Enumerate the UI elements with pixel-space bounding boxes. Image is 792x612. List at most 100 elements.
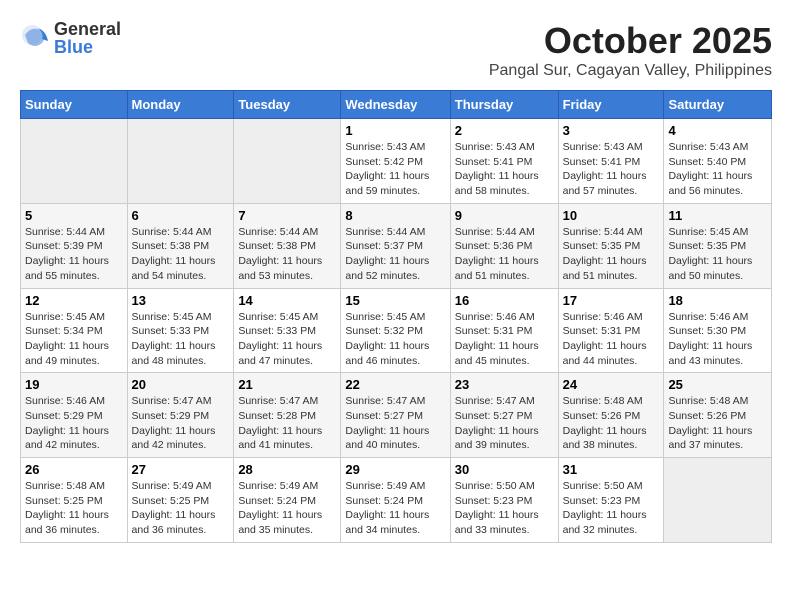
day-info: Sunrise: 5:43 AMSunset: 5:40 PMDaylight:… — [668, 140, 767, 199]
day-info: Sunrise: 5:47 AMSunset: 5:29 PMDaylight:… — [132, 394, 230, 453]
calendar-cell: 19 Sunrise: 5:46 AMSunset: 5:29 PMDayligh… — [21, 373, 128, 458]
day-number: 25 — [668, 377, 767, 392]
day-info: Sunrise: 5:47 AMSunset: 5:27 PMDaylight:… — [455, 394, 554, 453]
day-info: Sunrise: 5:47 AMSunset: 5:27 PMDaylight:… — [345, 394, 445, 453]
calendar-cell: 17 Sunrise: 5:46 AMSunset: 5:31 PMDayligh… — [558, 288, 664, 373]
day-info: Sunrise: 5:49 AMSunset: 5:24 PMDaylight:… — [238, 479, 336, 538]
month-title: October 2025 — [489, 20, 772, 62]
day-number: 7 — [238, 208, 336, 223]
day-number: 2 — [455, 123, 554, 138]
logo-icon — [20, 23, 50, 53]
day-number: 18 — [668, 293, 767, 308]
day-info: Sunrise: 5:45 AMSunset: 5:33 PMDaylight:… — [238, 310, 336, 369]
calendar-cell: 1Sunrise: 5:43 AMSunset: 5:42 PMDaylight… — [341, 119, 450, 204]
weekday-header-thursday: Thursday — [450, 91, 558, 119]
calendar-cell: 27Sunrise: 5:49 AMSunset: 5:25 PMDayligh… — [127, 458, 234, 543]
weekday-header-wednesday: Wednesday — [341, 91, 450, 119]
calendar-cell: 14 Sunrise: 5:45 AMSunset: 5:33 PMDayligh… — [234, 288, 341, 373]
calendar-cell: 18 Sunrise: 5:46 AMSunset: 5:30 PMDayligh… — [664, 288, 772, 373]
day-number: 23 — [455, 377, 554, 392]
day-info: Sunrise: 5:50 AMSunset: 5:23 PMDaylight:… — [563, 479, 660, 538]
day-number: 31 — [563, 462, 660, 477]
day-number: 9 — [455, 208, 554, 223]
day-info: Sunrise: 5:44 AMSunset: 5:38 PMDaylight:… — [132, 225, 230, 284]
day-number: 20 — [132, 377, 230, 392]
day-info: Sunrise: 5:44 AMSunset: 5:35 PMDaylight:… — [563, 225, 660, 284]
calendar-cell: 13Sunrise: 5:45 AMSunset: 5:33 PMDayligh… — [127, 288, 234, 373]
logo: General Blue — [20, 20, 121, 56]
day-info: Sunrise: 5:46 AMSunset: 5:30 PMDaylight:… — [668, 310, 767, 369]
calendar-week-1: 1Sunrise: 5:43 AMSunset: 5:42 PMDaylight… — [21, 119, 772, 204]
day-number: 11 — [668, 208, 767, 223]
day-info: Sunrise: 5:50 AMSunset: 5:23 PMDaylight:… — [455, 479, 554, 538]
day-info: Sunrise: 5:46 AMSunset: 5:31 PMDaylight:… — [455, 310, 554, 369]
day-number: 17 — [563, 293, 660, 308]
calendar-week-4: 19 Sunrise: 5:46 AMSunset: 5:29 PMDayligh… — [21, 373, 772, 458]
day-number: 28 — [238, 462, 336, 477]
logo-text: General Blue — [54, 20, 121, 56]
calendar-cell: 15Sunrise: 5:45 AMSunset: 5:32 PMDayligh… — [341, 288, 450, 373]
day-number: 1 — [345, 123, 445, 138]
calendar-cell: 26Sunrise: 5:48 AMSunset: 5:25 PMDayligh… — [21, 458, 128, 543]
day-info: Sunrise: 5:47 AMSunset: 5:28 PMDaylight:… — [238, 394, 336, 453]
calendar-cell: 30 Sunrise: 5:50 AMSunset: 5:23 PMDayligh… — [450, 458, 558, 543]
logo-blue: Blue — [54, 38, 121, 56]
day-info: Sunrise: 5:46 AMSunset: 5:31 PMDaylight:… — [563, 310, 660, 369]
day-info: Sunrise: 5:48 AMSunset: 5:26 PMDaylight:… — [563, 394, 660, 453]
weekday-header-sunday: Sunday — [21, 91, 128, 119]
day-number: 24 — [563, 377, 660, 392]
day-number: 3 — [563, 123, 660, 138]
day-info: Sunrise: 5:46 AMSunset: 5:29 PMDaylight:… — [25, 394, 123, 453]
day-info: Sunrise: 5:49 AMSunset: 5:25 PMDaylight:… — [132, 479, 230, 538]
calendar-cell: 4 Sunrise: 5:43 AMSunset: 5:40 PMDaylight… — [664, 119, 772, 204]
calendar-cell: 12Sunrise: 5:45 AMSunset: 5:34 PMDayligh… — [21, 288, 128, 373]
day-number: 29 — [345, 462, 445, 477]
calendar-cell: 2 Sunrise: 5:43 AMSunset: 5:41 PMDaylight… — [450, 119, 558, 204]
weekday-header-monday: Monday — [127, 91, 234, 119]
day-number: 4 — [668, 123, 767, 138]
day-number: 26 — [25, 462, 123, 477]
calendar-header-row: SundayMondayTuesdayWednesdayThursdayFrid… — [21, 91, 772, 119]
calendar-cell: 24 Sunrise: 5:48 AMSunset: 5:26 PMDayligh… — [558, 373, 664, 458]
day-number: 19 — [25, 377, 123, 392]
calendar-cell: 21 Sunrise: 5:47 AMSunset: 5:28 PMDayligh… — [234, 373, 341, 458]
calendar-cell: 3 Sunrise: 5:43 AMSunset: 5:41 PMDaylight… — [558, 119, 664, 204]
day-number: 10 — [563, 208, 660, 223]
day-info: Sunrise: 5:44 AMSunset: 5:38 PMDaylight:… — [238, 225, 336, 284]
day-number: 8 — [345, 208, 445, 223]
day-number: 21 — [238, 377, 336, 392]
day-number: 13 — [132, 293, 230, 308]
day-info: Sunrise: 5:45 AMSunset: 5:32 PMDaylight:… — [345, 310, 445, 369]
calendar-cell: 29 Sunrise: 5:49 AMSunset: 5:24 PMDayligh… — [341, 458, 450, 543]
calendar-cell: 22Sunrise: 5:47 AMSunset: 5:27 PMDayligh… — [341, 373, 450, 458]
calendar-week-3: 12Sunrise: 5:45 AMSunset: 5:34 PMDayligh… — [21, 288, 772, 373]
day-number: 14 — [238, 293, 336, 308]
day-number: 16 — [455, 293, 554, 308]
day-info: Sunrise: 5:44 AMSunset: 5:37 PMDaylight:… — [345, 225, 445, 284]
day-number: 6 — [132, 208, 230, 223]
page-header: General Blue October 2025 Pangal Sur, Ca… — [20, 20, 772, 80]
calendar-cell: 9Sunrise: 5:44 AMSunset: 5:36 PMDaylight… — [450, 203, 558, 288]
day-info: Sunrise: 5:44 AMSunset: 5:39 PMDaylight:… — [25, 225, 123, 284]
calendar-cell: 6 Sunrise: 5:44 AMSunset: 5:38 PMDaylight… — [127, 203, 234, 288]
calendar-cell: 23 Sunrise: 5:47 AMSunset: 5:27 PMDayligh… — [450, 373, 558, 458]
calendar-cell: 25 Sunrise: 5:48 AMSunset: 5:26 PMDayligh… — [664, 373, 772, 458]
day-info: Sunrise: 5:45 AMSunset: 5:34 PMDaylight:… — [25, 310, 123, 369]
calendar-table: SundayMondayTuesdayWednesdayThursdayFrid… — [20, 90, 772, 543]
calendar-cell: 20 Sunrise: 5:47 AMSunset: 5:29 PMDayligh… — [127, 373, 234, 458]
day-info: Sunrise: 5:43 AMSunset: 5:41 PMDaylight:… — [563, 140, 660, 199]
calendar-cell: 31 Sunrise: 5:50 AMSunset: 5:23 PMDayligh… — [558, 458, 664, 543]
calendar-cell: 7 Sunrise: 5:44 AMSunset: 5:38 PMDaylight… — [234, 203, 341, 288]
weekday-header-saturday: Saturday — [664, 91, 772, 119]
day-info: Sunrise: 5:48 AMSunset: 5:26 PMDaylight:… — [668, 394, 767, 453]
calendar-cell — [664, 458, 772, 543]
day-info: Sunrise: 5:49 AMSunset: 5:24 PMDaylight:… — [345, 479, 445, 538]
day-info: Sunrise: 5:43 AMSunset: 5:41 PMDaylight:… — [455, 140, 554, 199]
calendar-cell: 10 Sunrise: 5:44 AMSunset: 5:35 PMDayligh… — [558, 203, 664, 288]
calendar-cell — [21, 119, 128, 204]
calendar-cell: 5Sunrise: 5:44 AMSunset: 5:39 PMDaylight… — [21, 203, 128, 288]
day-number: 30 — [455, 462, 554, 477]
day-info: Sunrise: 5:45 AMSunset: 5:35 PMDaylight:… — [668, 225, 767, 284]
title-block: October 2025 Pangal Sur, Cagayan Valley,… — [489, 20, 772, 80]
calendar-week-5: 26Sunrise: 5:48 AMSunset: 5:25 PMDayligh… — [21, 458, 772, 543]
